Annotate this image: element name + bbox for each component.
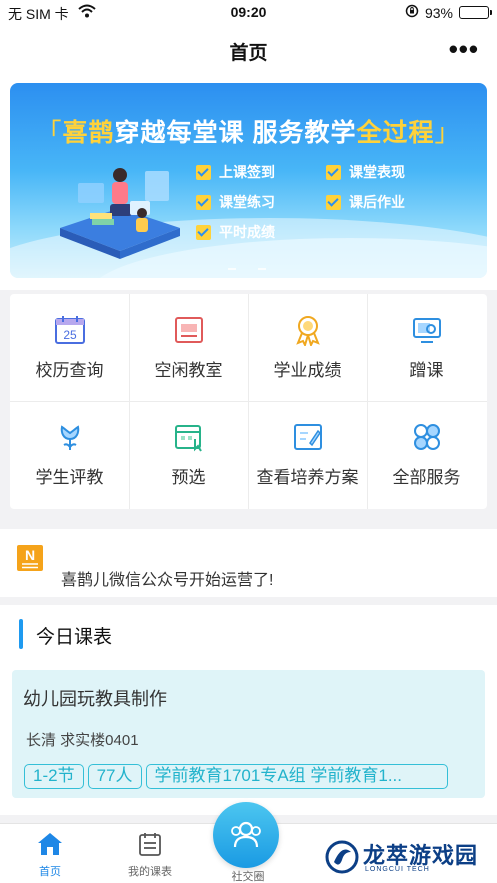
service-label: 学业成绩 xyxy=(273,361,342,380)
course-location: 长清 求实楼0401 xyxy=(26,732,139,749)
home-icon xyxy=(37,833,63,859)
service-label: 查看培养方案 xyxy=(256,468,359,487)
award-icon xyxy=(292,314,324,348)
today-schedule: 今日课表 幼儿园玩教具制作 长清 求实楼0401 1-2节 77人 学前教育1701… xyxy=(0,605,497,815)
carousel-indicator xyxy=(228,268,266,270)
feature-item: 上课签到 xyxy=(196,162,275,182)
notice-text: 喜鹊儿微信公众号开始运营了! xyxy=(61,572,274,589)
feature-item: 平时成绩 xyxy=(196,222,275,242)
all-services-icon xyxy=(411,421,443,453)
classroom-icon xyxy=(173,314,205,346)
page-title: 首页 xyxy=(229,43,268,64)
service-grades[interactable]: 学业成绩 xyxy=(248,294,367,401)
banner-illustration xyxy=(50,153,190,263)
schedule-icon xyxy=(138,833,162,859)
service-label: 预选 xyxy=(171,468,206,487)
feature-item: 课后作业 xyxy=(326,192,405,212)
section-marker xyxy=(19,619,23,649)
svg-text:N: N xyxy=(25,547,35,563)
news-icon: N xyxy=(17,545,43,571)
check-icon xyxy=(196,224,211,240)
service-evaluation[interactable]: 学生评教 xyxy=(10,401,129,508)
service-calendar[interactable]: 25 校历查询 xyxy=(10,294,129,401)
course-tags: 1-2节 77人 学前教育1701专A组 学前教育1... xyxy=(24,764,480,790)
more-menu-button[interactable]: ••• xyxy=(449,34,479,65)
watermark-logo: 龙萃游戏园 LONGCUI TECH xyxy=(325,836,495,880)
battery-icon xyxy=(459,6,492,19)
service-label: 学生评教 xyxy=(35,468,104,487)
battery-percent: 93% xyxy=(424,4,453,21)
promo-banner[interactable]: 「喜鹊穿越每堂课 服务教学全过程」 上课签到 课堂表现 课堂练习 课后作业 平时… xyxy=(10,83,487,278)
students-tag: 77人 xyxy=(87,764,142,789)
section-title: 今日课表 xyxy=(36,627,113,648)
logo-icon xyxy=(325,838,359,881)
preselect-icon xyxy=(173,421,205,453)
check-icon xyxy=(326,164,341,180)
check-icon xyxy=(196,194,211,210)
tab-social-label: 社交圈 xyxy=(231,871,265,883)
nav-bar: 首页 ••• xyxy=(0,24,497,76)
service-audit-class[interactable]: 蹭课 xyxy=(367,294,486,401)
audit-class-icon xyxy=(411,314,443,346)
check-icon xyxy=(326,194,341,210)
service-all[interactable]: 全部服务 xyxy=(367,401,486,508)
check-icon xyxy=(196,164,211,180)
feature-item: 课堂练习 xyxy=(196,192,275,212)
service-preselect[interactable]: 预选 xyxy=(129,401,248,508)
banner-section: 「喜鹊穿越每堂课 服务教学全过程」 上课签到 课堂表现 课堂练习 课后作业 平时… xyxy=(0,76,497,290)
status-bar: 无 SIM 卡 09:20 93% xyxy=(0,0,497,24)
tab-home[interactable]: 首页 xyxy=(25,832,75,879)
service-label: 校历查询 xyxy=(35,361,104,380)
service-label: 蹭课 xyxy=(409,361,444,380)
orientation-lock-icon xyxy=(405,4,419,21)
people-icon xyxy=(228,817,264,858)
tab-social-button[interactable] xyxy=(213,802,279,868)
training-plan-icon xyxy=(292,421,324,453)
svg-text:25: 25 xyxy=(63,328,77,342)
service-label: 空闲教室 xyxy=(154,361,223,380)
notice-bar[interactable]: N 喜鹊儿微信公众号开始运营了! xyxy=(0,529,497,597)
tab-my-courses[interactable]: 我的课表 xyxy=(118,832,182,879)
service-label: 全部服务 xyxy=(392,468,461,487)
service-free-classroom[interactable]: 空闲教室 xyxy=(129,294,248,401)
period-tag: 1-2节 xyxy=(24,764,84,789)
feature-item: 课堂表现 xyxy=(326,162,405,182)
class-group-tag: 学前教育1701专A组 学前教育1... xyxy=(145,764,448,789)
course-name: 幼儿园玩教具制作 xyxy=(23,689,167,709)
evaluation-icon xyxy=(54,421,86,453)
calendar-icon: 25 xyxy=(54,314,86,346)
service-training-plan[interactable]: 查看培养方案 xyxy=(248,401,367,508)
course-card[interactable]: 幼儿园玩教具制作 长清 求实楼0401 1-2节 77人 学前教育1701专A组 学… xyxy=(12,670,485,798)
services-grid: 25 校历查询 空闲教室 学业成绩 蹭课 学生评教 预选 查看培养方案 全部服务 xyxy=(10,294,487,509)
banner-headline: 「喜鹊穿越每堂课 服务教学全过程」 xyxy=(36,119,461,147)
